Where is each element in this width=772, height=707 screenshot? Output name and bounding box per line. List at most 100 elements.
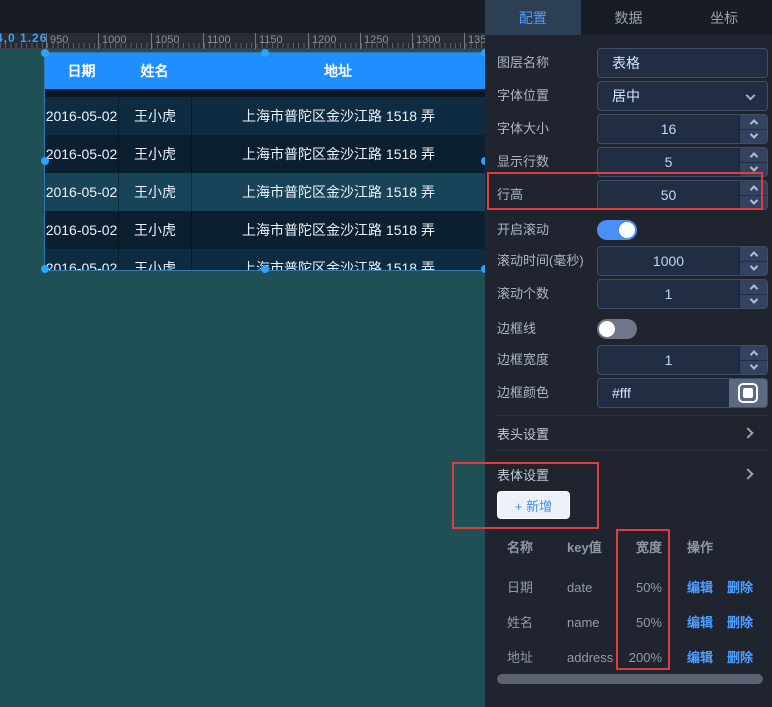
scroll-count-value: 1 — [598, 286, 739, 302]
divider — [497, 415, 768, 416]
coltable-name: 姓名 — [507, 613, 557, 633]
resize-handle-middle-right[interactable] — [481, 157, 485, 165]
border-color-input[interactable]: #fff — [597, 378, 768, 408]
font-position-select[interactable]: 居中 — [597, 81, 768, 111]
table-widget-header-cell: 地址 — [191, 53, 485, 89]
display-rows-label: 显示行数 — [497, 147, 549, 177]
cell-name: 王小虎 — [118, 135, 191, 173]
border-width-label: 边框宽度 — [497, 345, 549, 375]
cell-date: 2016-05-02 — [45, 249, 118, 270]
cell-name: 王小虎 — [118, 211, 191, 249]
ruler-tick-label: 1150 — [255, 33, 283, 49]
spinner-down-icon[interactable] — [740, 295, 767, 309]
spinner-down-icon[interactable] — [740, 163, 767, 177]
scroll-enable-toggle[interactable] — [597, 220, 637, 240]
spinner-up-icon[interactable] — [740, 148, 767, 162]
cell-address: 上海市普陀区金沙江路 1518 弄 — [191, 173, 485, 211]
scroll-time-label: 滚动时间(毫秒) — [497, 246, 584, 276]
border-width-input[interactable]: 1 — [597, 345, 768, 375]
cell-date: 2016-05-02 — [45, 173, 118, 211]
font-position-value: 居中 — [598, 86, 767, 106]
font-size-value: 16 — [598, 121, 739, 137]
delete-link[interactable]: 删除 — [727, 578, 757, 598]
tab-config[interactable]: 配置 — [485, 0, 581, 35]
table-widget[interactable]: 日期 姓名 地址 2016-05-02 王小虎 上海市普陀区金沙江路 1518 … — [45, 53, 485, 270]
ruler-tick-label: 950 — [46, 33, 68, 49]
spinner-down-icon[interactable] — [740, 361, 767, 375]
delete-link[interactable]: 删除 — [727, 613, 757, 633]
coltable-header-width: 宽度 — [612, 538, 662, 558]
scroll-time-value: 1000 — [598, 253, 739, 269]
cell-address: 上海市普陀区金沙江路 1518 弄 — [191, 135, 485, 173]
ruler-tick-label: 1200 — [308, 33, 336, 49]
spinner-up-icon[interactable] — [740, 247, 767, 261]
resize-handle-bottom-left[interactable] — [41, 265, 49, 273]
chevron-right-icon — [742, 427, 753, 438]
row-height-value: 50 — [598, 187, 739, 203]
canvas-area: 950 1000 1050 1100 1150 1200 1250 1300 1… — [0, 0, 485, 707]
section-label: 表体设置 — [497, 468, 549, 483]
scroll-count-input[interactable]: 1 — [597, 279, 768, 309]
cell-date: 2016-05-02 — [45, 211, 118, 249]
table-widget-header-cell: 日期 — [45, 53, 118, 89]
tab-data[interactable]: 数据 — [581, 0, 677, 35]
resize-handle-middle-left[interactable] — [41, 157, 49, 165]
section-label: 表头设置 — [497, 427, 549, 442]
font-position-label: 字体位置 — [497, 81, 549, 111]
layer-name-input[interactable]: 表格 — [597, 48, 768, 78]
coltable-width: 200% — [612, 648, 662, 668]
coltable-width: 50% — [612, 613, 662, 633]
font-size-input[interactable]: 16 — [597, 114, 768, 144]
section-table-body-settings[interactable]: 表体设置 — [497, 465, 768, 485]
display-rows-input[interactable]: 5 — [597, 147, 768, 177]
settings-panel: 配置 数据 坐标 图层名称 表格 字体位置 居中 字体大小 16 显示行数 5 — [485, 0, 772, 707]
delete-link[interactable]: 删除 — [727, 648, 757, 668]
ruler-tick-label: 1050 — [151, 33, 179, 49]
horizontal-ruler: 950 1000 1050 1100 1150 1200 1250 1300 1… — [0, 33, 485, 49]
spinner-up-icon[interactable] — [740, 280, 767, 294]
border-color-label: 边框颜色 — [497, 378, 549, 408]
divider — [497, 450, 768, 451]
cell-date: 2016-05-02 — [45, 97, 118, 135]
spinner-up-icon[interactable] — [740, 115, 767, 129]
coltable-header-ops: 操作 — [687, 538, 727, 558]
spinner-up-icon[interactable] — [740, 346, 767, 360]
resize-handle-bottom-middle[interactable] — [261, 265, 269, 273]
coltable-header-name: 名称 — [507, 538, 557, 558]
edit-link[interactable]: 编辑 — [687, 578, 717, 598]
display-rows-value: 5 — [598, 154, 739, 170]
scroll-count-label: 滚动个数 — [497, 279, 549, 309]
row-height-input[interactable]: 50 — [597, 180, 768, 210]
spinner-down-icon[interactable] — [740, 130, 767, 144]
toggle-knob — [599, 321, 615, 337]
table-widget-header-cell: 姓名 — [118, 53, 191, 89]
ruler-tick-label: 1000 — [98, 33, 126, 49]
chevron-right-icon — [742, 468, 753, 479]
cell-address: 上海市普陀区金沙江路 1518 弄 — [191, 97, 485, 135]
tab-coords[interactable]: 坐标 — [676, 0, 772, 35]
border-width-value: 1 — [598, 352, 739, 368]
color-picker-button[interactable] — [729, 379, 767, 407]
table-row: 2016-05-02 王小虎 上海市普陀区金沙江路 1518 弄 — [45, 211, 485, 249]
horizontal-scrollbar[interactable] — [497, 674, 763, 684]
ruler-tick-label: 1250 — [360, 33, 388, 49]
ruler-tick-label: 1100 — [203, 33, 231, 49]
resize-handle-top-middle[interactable] — [261, 49, 269, 57]
edit-link[interactable]: 编辑 — [687, 648, 717, 668]
edit-link[interactable]: 编辑 — [687, 613, 717, 633]
spinner-down-icon[interactable] — [740, 262, 767, 276]
spinner-up-icon[interactable] — [740, 181, 767, 195]
border-line-toggle[interactable] — [597, 319, 637, 339]
spinner-down-icon[interactable] — [740, 196, 767, 210]
cell-date: 2016-05-02 — [45, 135, 118, 173]
coltable-name: 地址 — [507, 648, 557, 668]
coltable-width: 50% — [612, 578, 662, 598]
font-size-label: 字体大小 — [497, 114, 549, 144]
scroll-time-input[interactable]: 1000 — [597, 246, 768, 276]
add-column-button[interactable]: + 新增 — [497, 491, 570, 519]
section-table-header-settings[interactable]: 表头设置 — [497, 424, 768, 444]
resize-handle-top-right[interactable] — [481, 49, 485, 57]
resize-handle-bottom-right[interactable] — [481, 265, 485, 273]
table-row-highlighted: 2016-05-02 王小虎 上海市普陀区金沙江路 1518 弄 — [45, 173, 485, 211]
resize-handle-top-left[interactable] — [41, 49, 49, 57]
